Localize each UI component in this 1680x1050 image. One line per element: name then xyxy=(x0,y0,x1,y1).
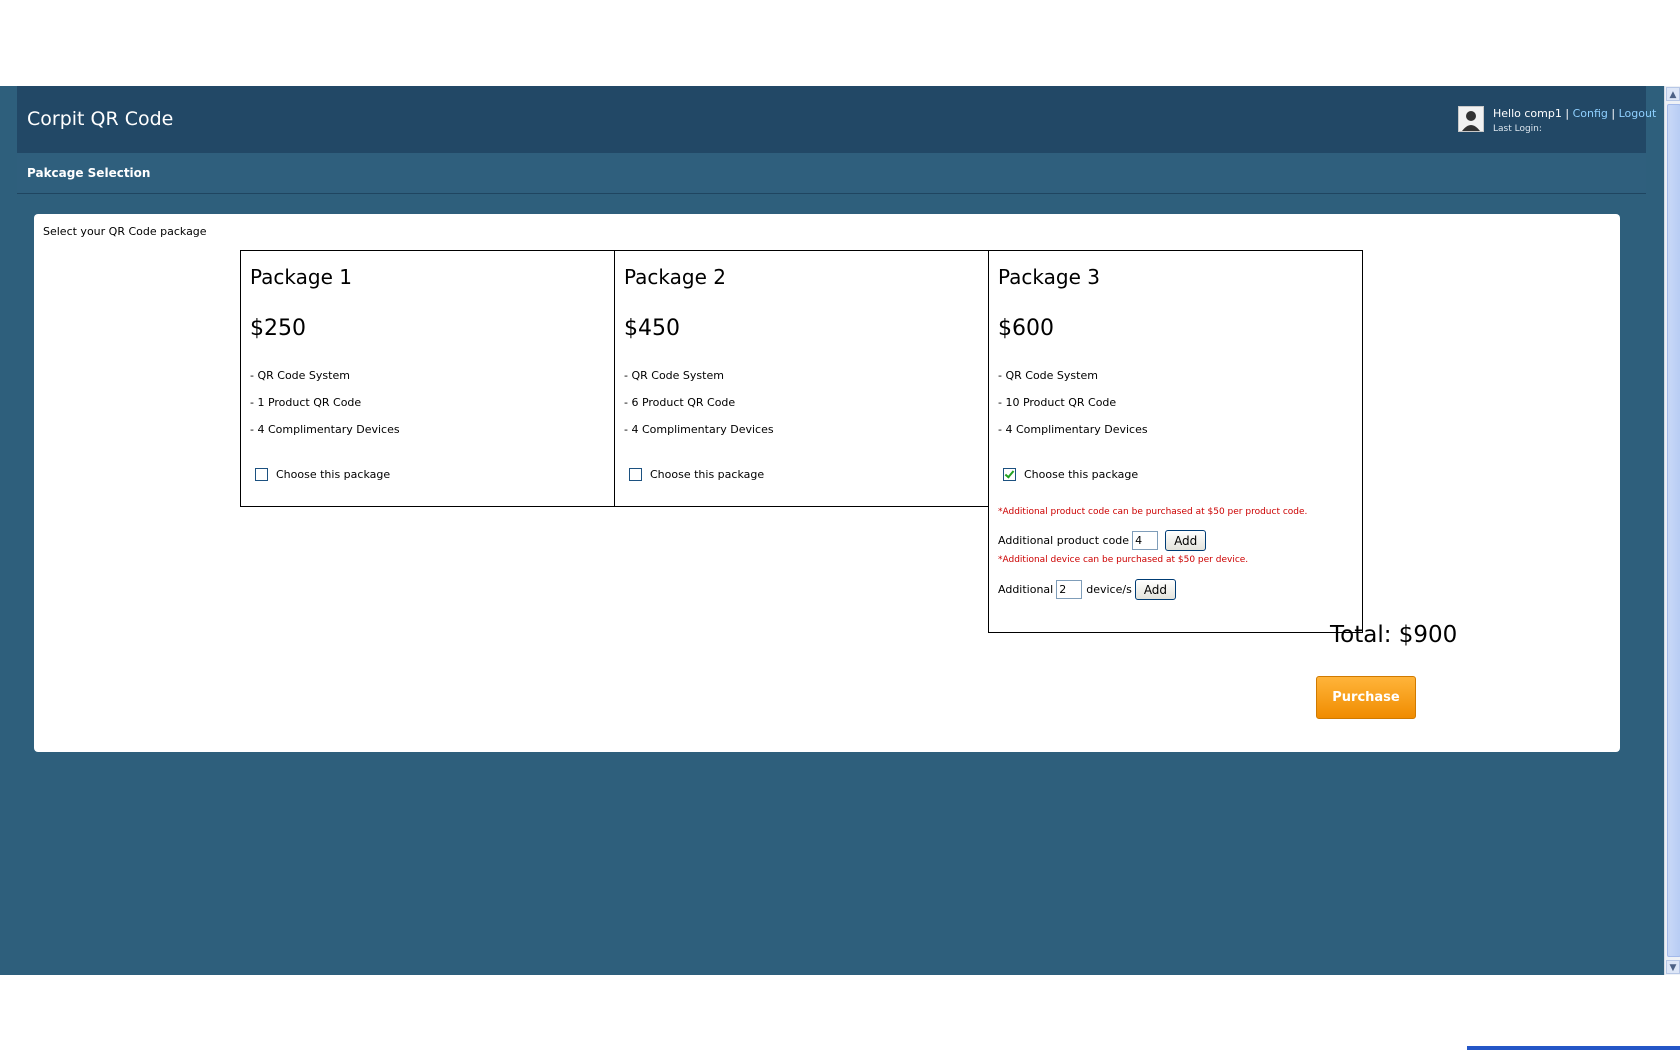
product-code-qty-input[interactable] xyxy=(1132,531,1159,550)
device-qty-input[interactable] xyxy=(1056,580,1083,599)
package-feature: - 4 Complimentary Devices xyxy=(624,423,774,436)
package-feature: - 4 Complimentary Devices xyxy=(998,423,1148,436)
user-menu: Hello comp1 | Config | Logout xyxy=(1493,107,1656,120)
vertical-scrollbar[interactable]: ▲ ▼ xyxy=(1664,86,1680,975)
package-name: Package 3 xyxy=(998,265,1100,289)
package-card-2: Package 2 $450 - QR Code System - 6 Prod… xyxy=(614,250,989,507)
choose-label: Choose this package xyxy=(650,468,765,481)
package-name: Package 1 xyxy=(250,265,352,289)
package-price: $600 xyxy=(998,316,1054,341)
checkbox-package-2[interactable] xyxy=(629,468,642,481)
scroll-down-icon[interactable]: ▼ xyxy=(1666,960,1680,974)
package-feature: - QR Code System xyxy=(250,369,350,382)
logout-link[interactable]: Logout xyxy=(1619,107,1657,120)
last-login-text: Last Login: xyxy=(1493,124,1542,134)
device-note: *Additional device can be purchased at $… xyxy=(998,555,1249,565)
choose-package-3[interactable]: Choose this package xyxy=(1003,468,1138,481)
header-bar: Corpit QR Code Hello comp1 | Config | Lo… xyxy=(17,86,1656,153)
scroll-thumb[interactable] xyxy=(1667,104,1680,957)
purchase-button[interactable]: Purchase xyxy=(1316,676,1416,719)
greeting-text: Hello comp1 xyxy=(1493,107,1562,120)
separator: | xyxy=(1611,107,1616,120)
section-title: Pakcage Selection xyxy=(27,166,151,180)
user-avatar-icon xyxy=(1458,106,1484,132)
total-amount: Total: $900 xyxy=(1330,622,1458,648)
package-feature: - 4 Complimentary Devices xyxy=(250,423,400,436)
package-name: Package 2 xyxy=(624,265,726,289)
package-price: $250 xyxy=(250,316,306,341)
package-card-3: Package 3 $600 - QR Code System - 10 Pro… xyxy=(988,250,1363,633)
package-feature: - QR Code System xyxy=(998,369,1098,382)
add-product-code-button[interactable]: Add xyxy=(1165,530,1207,551)
intro-text: Select your QR Code package xyxy=(43,225,207,238)
package-card-1: Package 1 $250 - QR Code System - 1 Prod… xyxy=(240,250,615,507)
choose-label: Choose this package xyxy=(276,468,391,481)
choose-label: Choose this package xyxy=(1024,468,1139,481)
choose-package-2[interactable]: Choose this package xyxy=(629,468,764,481)
add-device-button[interactable]: Add xyxy=(1134,579,1177,600)
package-feature: - 10 Product QR Code xyxy=(998,396,1117,409)
content-panel: Select your QR Code package Package 1 $2… xyxy=(34,214,1620,752)
app-frame: Corpit QR Code Hello comp1 | Config | Lo… xyxy=(0,86,1664,975)
device-label: Additional xyxy=(998,583,1054,596)
device-suffix: device/s xyxy=(1086,583,1132,596)
checkbox-package-1[interactable] xyxy=(255,468,268,481)
package-price: $450 xyxy=(624,316,680,341)
package-feature: - 1 Product QR Code xyxy=(250,396,362,409)
package-feature: - 6 Product QR Code xyxy=(624,396,736,409)
scroll-up-icon[interactable]: ▲ xyxy=(1666,87,1680,101)
product-code-note: *Additional product code can be purchase… xyxy=(998,507,1308,517)
config-link[interactable]: Config xyxy=(1573,107,1608,120)
product-code-label: Additional product code xyxy=(998,534,1130,547)
taskbar-strip xyxy=(1467,1046,1680,1050)
additional-device-row: Additional device/s Add xyxy=(998,579,1177,600)
section-bar: Pakcage Selection xyxy=(17,153,1646,194)
separator: | xyxy=(1565,107,1570,120)
package-feature: - QR Code System xyxy=(624,369,724,382)
choose-package-1[interactable]: Choose this package xyxy=(255,468,390,481)
checkbox-package-3[interactable] xyxy=(1003,468,1016,481)
additional-product-row: Additional product code Add xyxy=(998,530,1207,551)
app-title: Corpit QR Code xyxy=(27,108,174,130)
